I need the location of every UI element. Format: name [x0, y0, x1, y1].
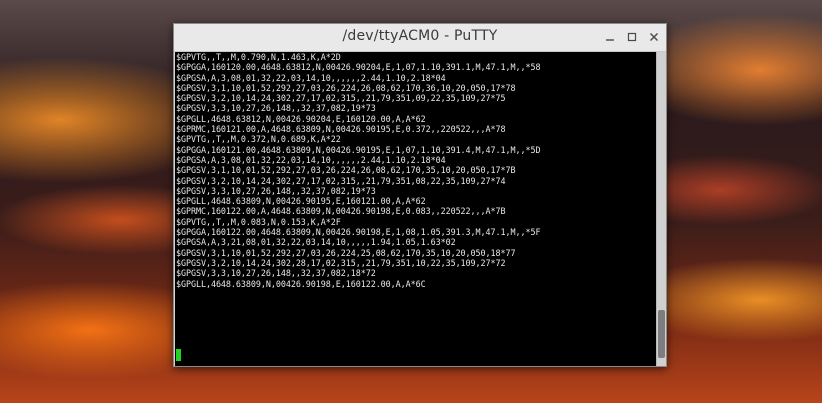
terminal-line: $GPRMC,160122.00,A,4648.63809,N,00426.90… — [176, 206, 506, 217]
terminal-line: $GPGSV,3,1,10,01,52,292,27,03,26,224,26,… — [176, 82, 516, 93]
terminal-line: $GPGSA,A,3,08,01,32,22,03,14,10,,,,,,2.4… — [176, 72, 446, 83]
terminal-line: $GPGSA,A,3,21,08,01,32,22,03,14,10,,,,,1… — [176, 237, 456, 248]
terminal-line: $GPGSV,3,2,10,14,24,302,27,17,02,315,,21… — [176, 93, 506, 104]
terminal-line: $GPGSV,3,2,10,14,24,302,27,17,02,315,,21… — [176, 175, 506, 186]
terminal-line: $GPGSV,3,3,10,27,26,148,,32,37,082,18*72 — [176, 268, 376, 279]
minimize-icon — [606, 39, 614, 41]
terminal-output[interactable]: $GPVTG,,T,,M,0.790,N,1.463,K,A*2D $GPGGA,… — [175, 52, 657, 366]
scrollbar-thumb[interactable] — [658, 310, 665, 358]
terminal-line: $GPVTG,,T,,M,0.083,N,0.153,K,A*2F — [176, 216, 341, 227]
terminal-cursor — [176, 349, 181, 361]
window-title: /dev/ttyACM0 - PuTTY — [342, 28, 498, 44]
terminal-line: $GPGSV,3,2,10,14,24,302,28,17,02,315,,21… — [176, 257, 506, 268]
close-icon — [650, 33, 658, 41]
terminal-line: $GPGSV,3,3,10,27,26,148,,32,37,082,19*73 — [176, 103, 376, 114]
terminal-line: $GPRMC,160121.00,A,4648.63809,N,00426.90… — [176, 124, 506, 135]
terminal-line: $GPGSA,A,3,08,01,32,22,03,14,10,,,,,,2.4… — [176, 154, 446, 165]
terminal-line: $GPGSV,3,3,10,27,26,148,,32,37,082,19*73 — [176, 185, 376, 196]
terminal-lines: $GPVTG,,T,,M,0.790,N,1.463,K,A*2D $GPGGA,… — [176, 52, 657, 289]
terminal-line: $GPGLL,4648.63809,N,00426.90198,E,160122… — [176, 278, 426, 289]
vertical-scrollbar[interactable] — [656, 52, 666, 366]
terminal-line: $GPGLL,4648.63809,N,00426.90195,E,160121… — [176, 196, 426, 207]
close-button[interactable] — [644, 28, 664, 46]
terminal-line: $GPGSV,3,1,10,01,52,292,27,03,26,224,26,… — [176, 165, 516, 176]
terminal-line: $GPVTG,,T,,M,0.790,N,1.463,K,A*2D — [176, 52, 341, 62]
terminal-line: $GPGSV,3,1,10,01,52,292,27,03,26,224,25,… — [176, 247, 516, 258]
terminal-line: $GPGGA,160120.00,4648.63812,N,00426.9020… — [176, 62, 541, 73]
maximize-icon — [627, 32, 637, 42]
maximize-button[interactable] — [622, 28, 642, 46]
title-bar[interactable]: /dev/ttyACM0 - PuTTY — [174, 24, 666, 52]
terminal-line: $GPGGA,160121.00,4648.63809,N,00426.9019… — [176, 144, 541, 155]
putty-window[interactable]: /dev/ttyACM0 - PuTTY $GPVTG,,T,,M,0.790,… — [173, 23, 667, 367]
terminal-line: $GPGGA,160122.00,4648.63809,N,00426.9019… — [176, 227, 541, 238]
terminal-line: $GPGLL,4648.63812,N,00426.90204,E,160120… — [176, 113, 426, 124]
terminal-line: $GPVTG,,T,,M,0.372,N,0.689,K,A*22 — [176, 134, 341, 145]
minimize-button[interactable] — [600, 28, 620, 46]
